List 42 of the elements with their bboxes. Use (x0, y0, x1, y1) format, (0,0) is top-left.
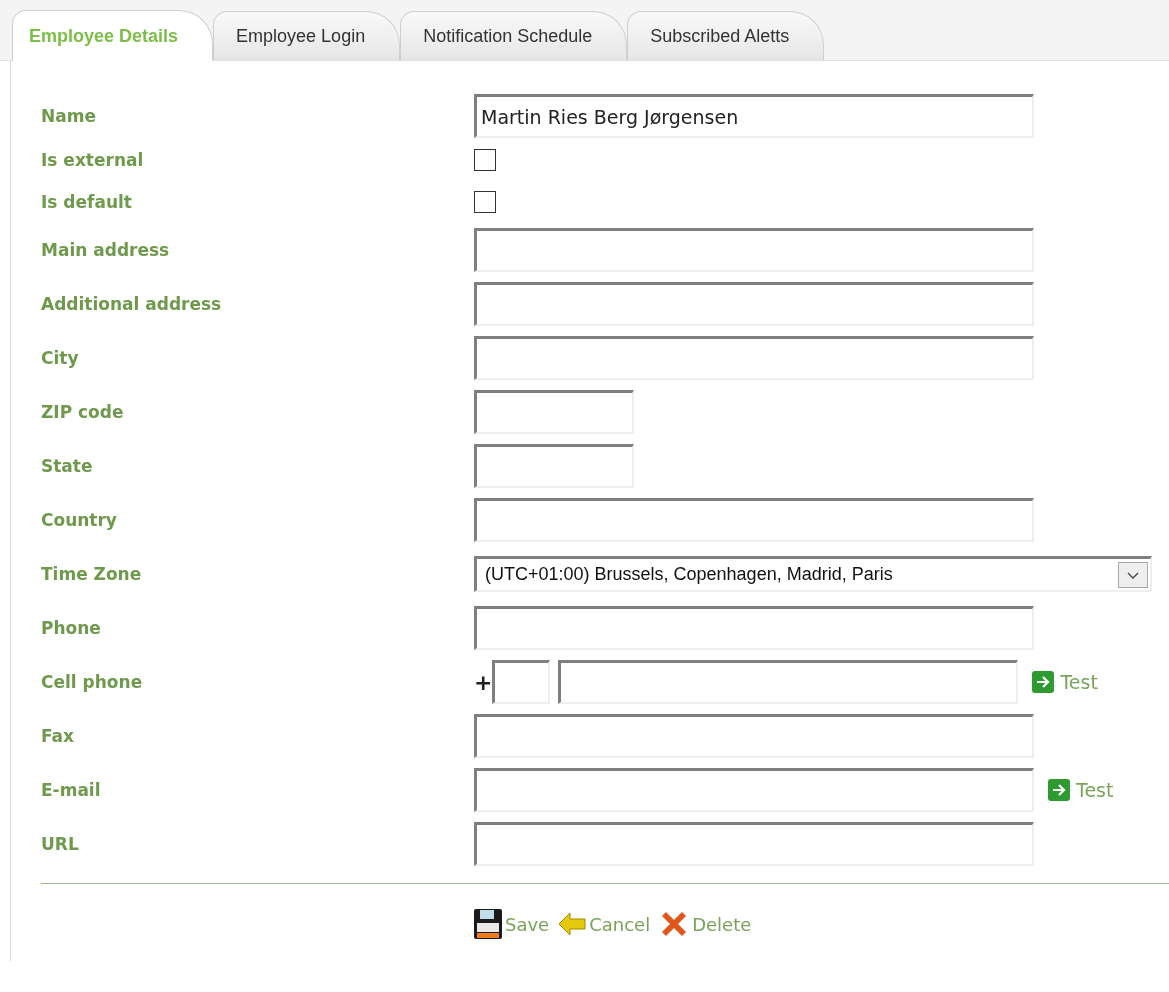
test-link[interactable]: Test (1032, 671, 1098, 693)
action-link[interactable]: Cancel (557, 910, 651, 938)
tab[interactable]: Employee Login (213, 11, 401, 60)
tab[interactable]: Subscribed Aletts (627, 11, 825, 60)
input-field[interactable] (474, 390, 634, 434)
input-field[interactable] (474, 228, 1034, 272)
timezone-dropdown[interactable]: (UTC+01:00) Brussels, Copenhagen, Madrid, Paris (474, 556, 1152, 592)
field-label: E-mail (41, 780, 102, 800)
input-field[interactable] (474, 498, 1034, 542)
checkbox[interactable] (474, 191, 496, 213)
field-label: Additional address (41, 294, 223, 314)
field-label: Cell phone (41, 672, 144, 692)
field-label: ZIP code (41, 402, 125, 422)
field-label: Time Zone (41, 564, 143, 584)
field-label: Phone (41, 618, 102, 638)
input-field[interactable] (474, 444, 634, 488)
test-link[interactable]: Test (1048, 779, 1114, 801)
input-field[interactable] (474, 336, 1034, 380)
field-label: City (41, 348, 80, 368)
field-label: Name (41, 106, 97, 126)
phone-number-field[interactable] (558, 660, 1019, 704)
input-field[interactable]: Martin Ries Berg Jørgensen (474, 94, 1034, 138)
field-label: URL (41, 834, 80, 854)
input-field[interactable] (474, 606, 1034, 650)
field-label: Country (41, 510, 118, 530)
plus-sign: + (474, 669, 493, 695)
tab[interactable]: Notification Schedule (400, 11, 628, 60)
action-link[interactable]: Save (473, 908, 550, 940)
input-field[interactable] (474, 282, 1034, 326)
field-label: Fax (41, 726, 76, 746)
checkbox[interactable] (474, 149, 496, 171)
field-label: State (41, 456, 94, 476)
field-label: Is default (41, 192, 133, 212)
input-field[interactable] (474, 768, 1034, 812)
field-label: Main address (41, 240, 171, 260)
input-field[interactable] (474, 714, 1034, 758)
input-field[interactable] (474, 822, 1034, 866)
tab[interactable]: Employee Details (12, 10, 214, 61)
field-label: Is external (41, 150, 145, 170)
action-link[interactable]: Delete (658, 908, 752, 940)
country-code-field[interactable] (492, 660, 551, 704)
left-arrow-icon (557, 910, 588, 938)
